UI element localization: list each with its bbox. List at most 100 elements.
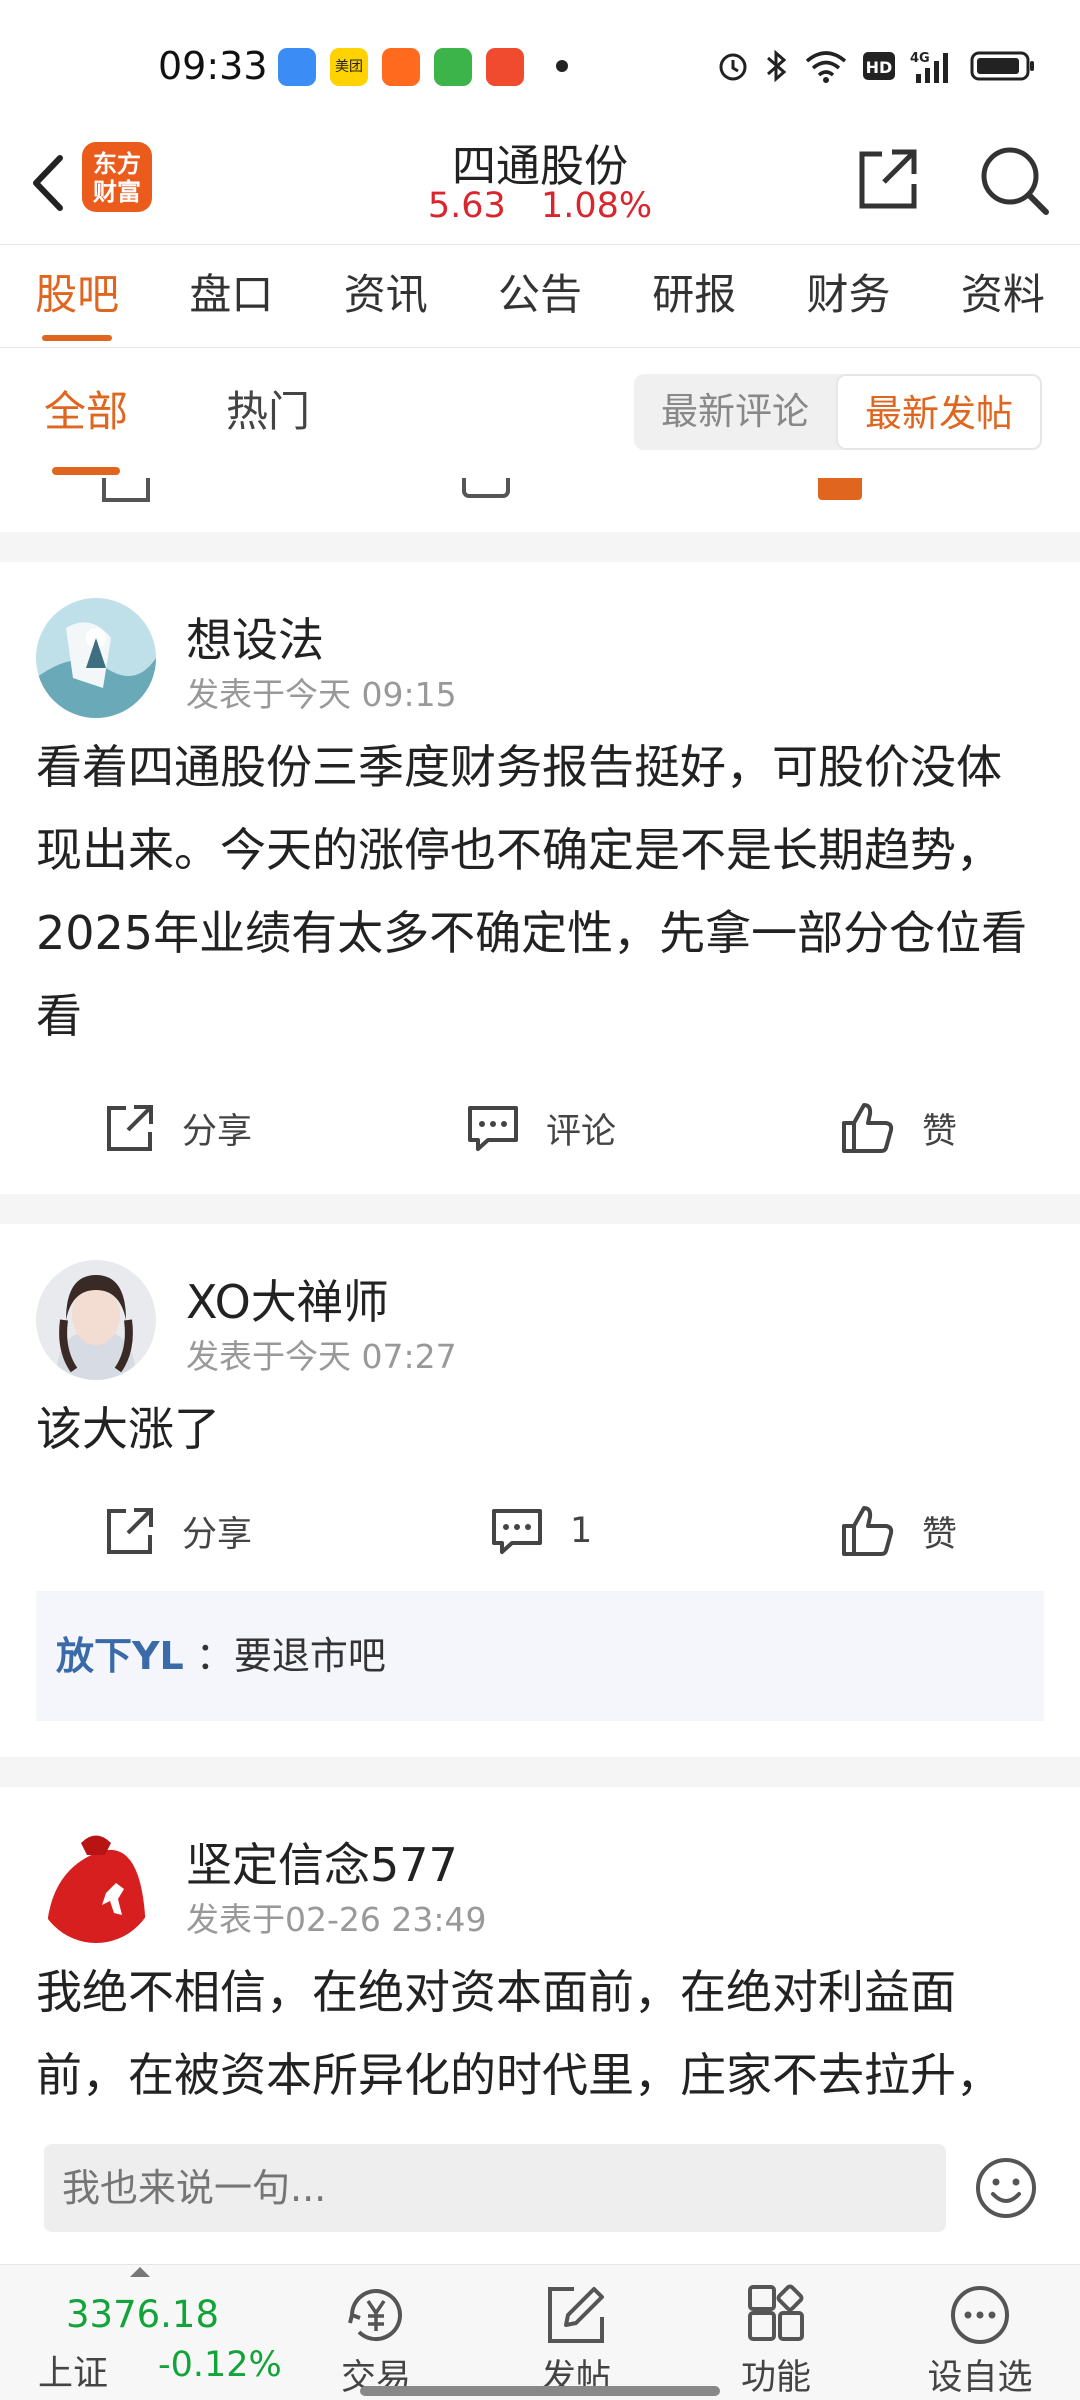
share-icon[interactable]: [852, 144, 922, 214]
blue-app-icon: [278, 48, 316, 86]
tab-announcements[interactable]: 公告: [463, 245, 617, 347]
sort-toggle: 最新评论 最新发帖: [634, 374, 1042, 450]
comment-icon: [468, 1106, 518, 1151]
index-value: 3376.18: [66, 2293, 220, 2336]
avatar[interactable]: [36, 1823, 156, 1943]
post-actions: 分享 评论 赞: [36, 1058, 1044, 1194]
bottom-nav: 3376.18 上证 -0.12% 交易 发帖 功能 设自选: [0, 2264, 1080, 2400]
home-indicator[interactable]: [360, 2386, 720, 2396]
post-time: 发表于02-26 23:49: [186, 1900, 487, 1939]
stock-price: 5.63: [427, 186, 506, 226]
like-button[interactable]: 赞: [840, 1501, 957, 1561]
like-button[interactable]: 赞: [840, 1098, 957, 1158]
subtab-all[interactable]: 全部: [44, 378, 128, 475]
index-ticker[interactable]: 3376.18 上证 -0.12%: [30, 2265, 300, 2400]
more-options-icon: [951, 2286, 1009, 2344]
tab-finance[interactable]: 财务: [771, 245, 925, 347]
comment-button[interactable]: 评论: [466, 1098, 616, 1158]
sort-latest-post[interactable]: 最新发帖: [836, 374, 1042, 450]
share-icon: [107, 1105, 153, 1151]
share-icon: [107, 1508, 153, 1554]
nav-label: 功能: [740, 2358, 811, 2398]
green-message-icon: [434, 48, 472, 86]
yuan-trade-icon: [348, 2289, 402, 2342]
comment-button[interactable]: 1: [490, 1501, 592, 1561]
system-icons: HD 4G: [716, 48, 1036, 84]
svg-text:4G: 4G: [910, 51, 930, 66]
like-label: 赞: [922, 1514, 958, 1555]
notification-app-icons: 美团: [278, 48, 524, 86]
share-button[interactable]: 分享: [104, 1501, 252, 1561]
nav-trade[interactable]: 交易: [296, 2265, 456, 2400]
post-content[interactable]: 该大涨了: [36, 1374, 1044, 1471]
post-header: XO大禅师 发表于今天 07:27: [36, 1224, 1044, 1380]
share-icon: [102, 478, 150, 502]
avatar[interactable]: [36, 1260, 156, 1380]
wifi-icon: [805, 51, 847, 83]
status-time: 09:33: [158, 44, 268, 88]
thumbs-up-icon: [842, 1103, 894, 1153]
comment-input[interactable]: [44, 2144, 946, 2232]
share-label: 分享: [182, 1514, 253, 1555]
kuaishou-icon: [382, 48, 420, 86]
post-item[interactable]: XO大禅师 发表于今天 07:27 该大涨了 分享 1 赞 放下YL ：要退市吧: [0, 1224, 1080, 1721]
post-item[interactable]: 想设法 发表于今天 09:15 看着四通股份三季度财务报告挺好，可股价没体现出来…: [0, 562, 1080, 1194]
status-bar: 09:33 美团 HD 4G: [0, 0, 1080, 130]
sort-latest-comment[interactable]: 最新评论: [634, 374, 836, 450]
subtab-hot[interactable]: 热门: [226, 378, 310, 439]
grid-function-icon: [748, 2284, 804, 2341]
stock-change-pct: 1.08%: [540, 186, 653, 226]
alarm-icon: [719, 53, 747, 81]
comment-label: 评论: [546, 1111, 617, 1152]
tab-pankou[interactable]: 盘口: [154, 245, 308, 347]
tab-guba[interactable]: 股吧: [0, 245, 154, 347]
post-actions: 分享 1 赞: [36, 1471, 1044, 1591]
post-content[interactable]: 我绝不相信，在绝对资本面前，在绝对利益面前，在被资本所异化的时代里，庄家不去拉升…: [36, 1937, 1044, 2114]
tab-news[interactable]: 资讯: [309, 245, 463, 347]
video-play-icon: [486, 48, 524, 86]
stock-header: 东方财富 四通股份 5.63 1.08%: [0, 130, 1080, 244]
index-name: 上证: [38, 2354, 109, 2394]
previous-post-actions-partial: [0, 478, 1080, 532]
index-change: -0.12%: [158, 2345, 282, 2385]
search-icon[interactable]: [976, 142, 1052, 218]
post-separator: [0, 1194, 1080, 1224]
nav-functions[interactable]: 功能: [696, 2265, 856, 2400]
post-username[interactable]: XO大禅师: [186, 1266, 389, 1332]
post-header: 坚定信念577 发表于02-26 23:49: [36, 1787, 1044, 1943]
post-username[interactable]: 想设法: [186, 604, 324, 670]
post-content[interactable]: 看着四通股份三季度财务报告挺好，可股价没体现出来。今天的涨停也不确定是不是长期趋…: [36, 712, 1044, 1058]
post-time: 发表于今天 09:15: [186, 675, 457, 714]
sub-tabs: 全部 热门 最新评论 最新发帖: [0, 348, 1080, 478]
share-label: 分享: [182, 1111, 253, 1152]
comment-icon: [492, 1509, 542, 1554]
comment-count: 1: [570, 1511, 593, 1551]
nav-label: 设自选: [927, 2358, 1033, 2398]
reply-preview[interactable]: 放下YL ：要退市吧: [36, 1591, 1044, 1721]
tab-profile[interactable]: 资料: [926, 245, 1080, 347]
post-username[interactable]: 坚定信念577: [186, 1829, 458, 1895]
share-button[interactable]: 分享: [104, 1098, 252, 1158]
post-header: 想设法 发表于今天 09:15: [36, 562, 1044, 718]
post-time: 发表于今天 07:27: [186, 1337, 457, 1376]
nav-post[interactable]: 发帖: [496, 2265, 656, 2400]
avatar[interactable]: [36, 598, 156, 718]
nav-add-watchlist[interactable]: 设自选: [900, 2265, 1060, 2400]
compose-icon: [548, 2287, 604, 2343]
hd-icon: HD: [863, 52, 895, 80]
post-feed[interactable]: 想设法 发表于今天 09:15 看着四通股份三季度财务报告挺好，可股价没体现出来…: [0, 478, 1080, 2114]
battery-icon: [970, 51, 1034, 81]
svg-text:HD: HD: [866, 58, 893, 77]
expand-up-icon[interactable]: [130, 2267, 150, 2277]
like-icon: [818, 478, 862, 500]
main-tabs: 股吧 盘口 资讯 公告 研报 财务 资料: [0, 244, 1080, 348]
post-separator: [0, 1757, 1080, 1787]
post-separator: [0, 532, 1080, 562]
emoji-icon[interactable]: [974, 2156, 1038, 2220]
comment-bar: [0, 2114, 1080, 2264]
tab-research[interactable]: 研报: [617, 245, 771, 347]
post-item[interactable]: 坚定信念577 发表于02-26 23:49 我绝不相信，在绝对资本面前，在绝对…: [0, 1787, 1080, 2114]
4g-signal-icon: 4G: [910, 51, 948, 83]
meituan-icon: 美团: [330, 48, 368, 86]
reply-username[interactable]: 放下YL: [56, 1634, 184, 1678]
